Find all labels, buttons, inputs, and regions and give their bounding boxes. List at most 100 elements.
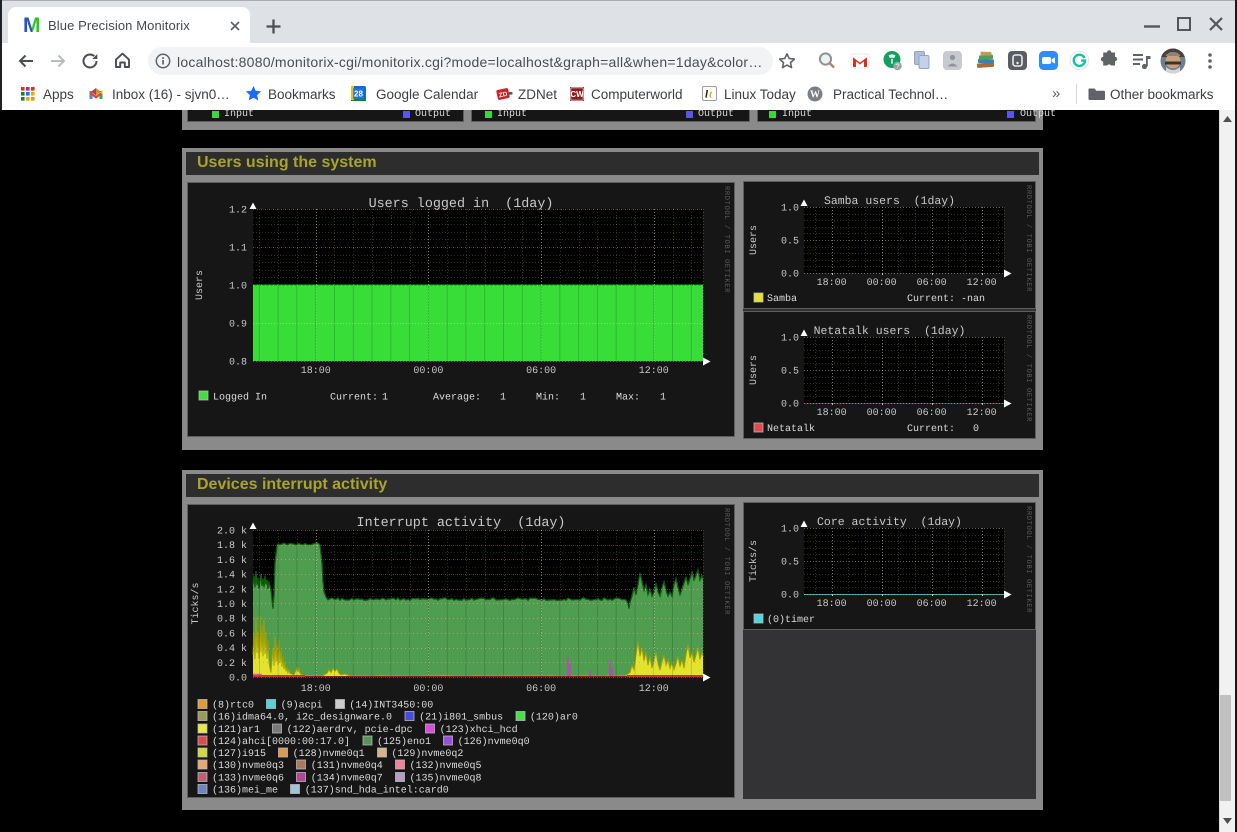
svg-text:Ticks/s: Ticks/s bbox=[190, 582, 202, 624]
svg-text:(121)ar1: (121)ar1 bbox=[212, 724, 260, 736]
svg-text:(137)snd_hda_intel:card0: (137)snd_hda_intel:card0 bbox=[305, 784, 449, 796]
svg-text:?: ? bbox=[895, 62, 899, 71]
svg-text:Current:: Current: bbox=[907, 294, 955, 305]
svg-text:(134)nvme0q7: (134)nvme0q7 bbox=[311, 772, 383, 784]
svg-text:1.0: 1.0 bbox=[781, 334, 799, 345]
svg-text:(136)mei_me: (136)mei_me bbox=[212, 784, 278, 796]
svg-text:0.5: 0.5 bbox=[781, 237, 799, 248]
svg-text:12:00: 12:00 bbox=[639, 684, 669, 695]
svg-text:06:00: 06:00 bbox=[917, 599, 947, 610]
svg-text:Ticks/s: Ticks/s bbox=[748, 540, 760, 582]
svg-text:1: 1 bbox=[382, 393, 388, 404]
svg-text:Min:: Min: bbox=[536, 392, 560, 404]
svg-text:0.6 k: 0.6 k bbox=[217, 628, 247, 640]
svg-text:12:00: 12:00 bbox=[967, 278, 997, 289]
svg-text:06:00: 06:00 bbox=[526, 366, 556, 377]
svg-text:CW: CW bbox=[570, 90, 584, 99]
svg-text:12:00: 12:00 bbox=[639, 366, 669, 377]
svg-text:RRDTOOL / TOBI OETIKER: RRDTOOL / TOBI OETIKER bbox=[722, 508, 731, 615]
svg-text:M: M bbox=[24, 15, 41, 34]
svg-text:(16)idma64.0, i2c_designware.0: (16)idma64.0, i2c_designware.0 bbox=[212, 712, 392, 724]
svg-text:18:00: 18:00 bbox=[817, 278, 847, 289]
svg-text:Average:: Average: bbox=[433, 393, 481, 404]
svg-text:0.5: 0.5 bbox=[781, 558, 799, 569]
svg-text:00:00: 00:00 bbox=[413, 684, 443, 695]
svg-text:1.1: 1.1 bbox=[229, 244, 247, 255]
svg-text:0.0: 0.0 bbox=[781, 591, 799, 602]
svg-text:0.8: 0.8 bbox=[229, 358, 247, 369]
svg-text:W: W bbox=[810, 90, 820, 101]
svg-text:0.2 k: 0.2 k bbox=[217, 658, 247, 670]
svg-text:Users: Users bbox=[749, 225, 760, 255]
svg-text:RRDTOOL / TOBI OETIKER: RRDTOOL / TOBI OETIKER bbox=[1024, 315, 1033, 422]
svg-text:(130)nvme0q3: (130)nvme0q3 bbox=[212, 760, 284, 772]
svg-text:(9)acpi: (9)acpi bbox=[281, 700, 323, 712]
svg-text:28: 28 bbox=[354, 90, 363, 99]
svg-text:18:00: 18:00 bbox=[817, 408, 847, 419]
svg-text:0.8 k: 0.8 k bbox=[217, 614, 247, 626]
svg-text:0.9: 0.9 bbox=[229, 320, 247, 331]
svg-text:Users logged in (1day): Users logged in (1day) bbox=[369, 197, 554, 212]
svg-text:06:00: 06:00 bbox=[917, 408, 947, 419]
svg-text:1.4 k: 1.4 k bbox=[217, 570, 247, 582]
svg-text:(21)i801_smbus: (21)i801_smbus bbox=[419, 712, 503, 724]
svg-text:Core activity (1day): Core activity (1day) bbox=[817, 516, 962, 529]
svg-text:Max:: Max: bbox=[616, 393, 640, 404]
svg-text:(123)xhci_hcd: (123)xhci_hcd bbox=[440, 724, 518, 736]
svg-text:Netatalk: Netatalk bbox=[767, 423, 815, 435]
svg-text:Current:: Current: bbox=[907, 424, 955, 435]
svg-text:12:00: 12:00 bbox=[967, 408, 997, 419]
svg-text:18:00: 18:00 bbox=[817, 599, 847, 610]
svg-text:(122)aerdrv, pcie-dpc: (122)aerdrv, pcie-dpc bbox=[287, 724, 413, 736]
svg-text:18:00: 18:00 bbox=[301, 684, 331, 695]
svg-text:0: 0 bbox=[973, 424, 979, 435]
svg-text:0.0: 0.0 bbox=[781, 400, 799, 411]
svg-text:2.0 k: 2.0 k bbox=[217, 526, 247, 538]
svg-text:(126)nvme0q0: (126)nvme0q0 bbox=[458, 736, 530, 748]
svg-text:1: 1 bbox=[660, 393, 666, 404]
svg-text:06:00: 06:00 bbox=[917, 278, 947, 289]
svg-text:1.2: 1.2 bbox=[229, 206, 247, 217]
svg-text:Users: Users bbox=[195, 270, 206, 300]
svg-text:(135)nvme0q8: (135)nvme0q8 bbox=[409, 772, 481, 784]
svg-text:0.5: 0.5 bbox=[781, 367, 799, 378]
svg-text:0.4 k: 0.4 k bbox=[217, 643, 247, 655]
svg-text:(129)nvme0q2: (129)nvme0q2 bbox=[391, 748, 463, 760]
svg-text:(132)nvme0q5: (132)nvme0q5 bbox=[409, 760, 481, 772]
svg-text:00:00: 00:00 bbox=[413, 366, 443, 377]
svg-text:1.0: 1.0 bbox=[229, 282, 247, 293]
svg-text:RRDTOOL / TOBI OETIKER: RRDTOOL / TOBI OETIKER bbox=[722, 186, 731, 293]
svg-text:(127)i915: (127)i915 bbox=[212, 748, 266, 760]
svg-text:1.6 k: 1.6 k bbox=[217, 555, 247, 567]
svg-text:12:00: 12:00 bbox=[967, 599, 997, 610]
svg-text:(8)rtc0: (8)rtc0 bbox=[212, 700, 254, 712]
svg-text:-nan: -nan bbox=[961, 294, 985, 305]
svg-text:Users: Users bbox=[749, 355, 760, 385]
svg-text:18:00: 18:00 bbox=[301, 366, 331, 377]
svg-text:(128)nvme0q1: (128)nvme0q1 bbox=[293, 748, 365, 760]
svg-text:RRDTOOL / TOBI OETIKER: RRDTOOL / TOBI OETIKER bbox=[1024, 506, 1033, 613]
svg-text:(133)nvme0q6: (133)nvme0q6 bbox=[212, 772, 284, 784]
svg-text:(125)eno1: (125)eno1 bbox=[377, 736, 431, 748]
svg-text:Logged In: Logged In bbox=[213, 392, 267, 404]
svg-text:00:00: 00:00 bbox=[867, 408, 897, 419]
svg-text:(131)nvme0q4: (131)nvme0q4 bbox=[311, 760, 383, 772]
svg-text:1.0 k: 1.0 k bbox=[217, 599, 247, 611]
svg-text:00:00: 00:00 bbox=[867, 278, 897, 289]
svg-text:1: 1 bbox=[580, 393, 586, 404]
svg-text:(14)INT3450:00: (14)INT3450:00 bbox=[349, 700, 433, 712]
svg-text:RRDTOOL / TOBI OETIKER: RRDTOOL / TOBI OETIKER bbox=[1024, 185, 1033, 292]
svg-text:Current:: Current: bbox=[330, 393, 378, 404]
svg-text:1.2 k: 1.2 k bbox=[217, 584, 247, 596]
svg-text:Netatalk users (1day): Netatalk users (1day) bbox=[814, 325, 966, 338]
svg-text:(120)ar0: (120)ar0 bbox=[530, 712, 578, 724]
svg-text:Interrupt activity (1day): Interrupt activity (1day) bbox=[357, 516, 566, 531]
svg-text:1.0: 1.0 bbox=[781, 204, 799, 215]
svg-text:1.8 k: 1.8 k bbox=[217, 540, 247, 552]
svg-text:1: 1 bbox=[500, 393, 506, 404]
svg-text:00:00: 00:00 bbox=[867, 599, 897, 610]
svg-text:0.0: 0.0 bbox=[229, 674, 247, 685]
svg-text:(0)timer: (0)timer bbox=[767, 614, 815, 626]
svg-text:06:00: 06:00 bbox=[526, 684, 556, 695]
svg-text:(124)ahci[0000:00:17.0]: (124)ahci[0000:00:17.0] bbox=[212, 736, 350, 748]
